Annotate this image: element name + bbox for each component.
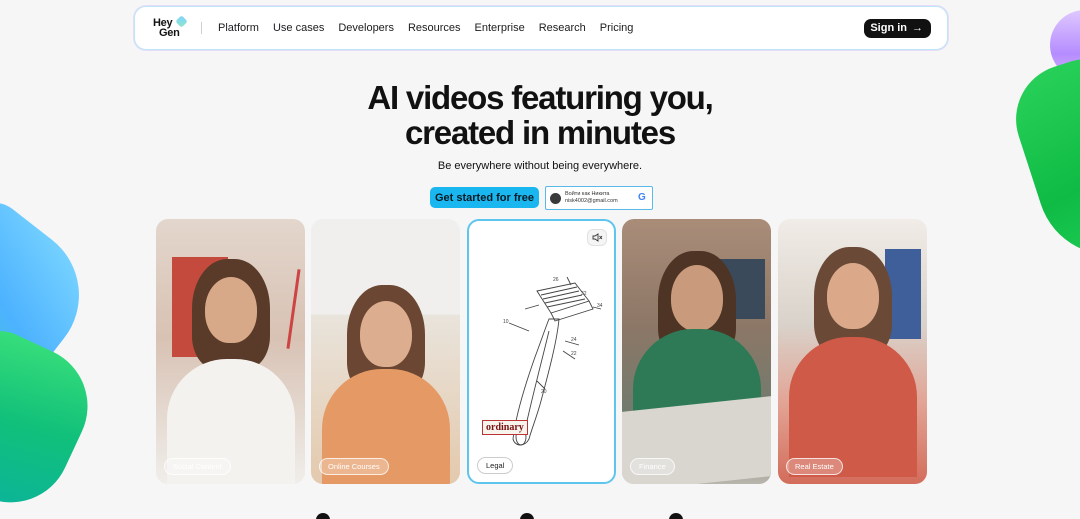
bottom-section-peek (0, 513, 1080, 519)
hero-subtitle: Be everywhere without being everywhere. (437, 160, 643, 172)
google-signin-email: nisk4002@gmail.com (565, 198, 618, 204)
video-card-online-courses[interactable]: Online Courses (311, 219, 460, 484)
svg-text:32: 32 (581, 291, 587, 297)
svg-text:26: 26 (553, 277, 559, 283)
svg-text:20: 20 (541, 389, 547, 395)
nav-link-developers[interactable]: Developers (338, 22, 394, 34)
heygen-logo[interactable]: Hey Gen (153, 14, 188, 42)
google-signin-prompt[interactable]: Войти как Никита nisk4002@gmail.com G (545, 186, 653, 210)
google-icon: G (638, 192, 646, 203)
nav-link-resources[interactable]: Resources (408, 22, 461, 34)
card-label-online-courses: Online Courses (319, 458, 389, 475)
video-card-real-estate[interactable]: Real Estate (778, 219, 927, 484)
nav-divider (201, 22, 202, 34)
sign-in-label: Sign in (870, 22, 907, 34)
google-signin-name: Войти как Никита (565, 191, 610, 197)
card-label-legal: Legal (477, 457, 514, 474)
speaker-muted-icon[interactable] (587, 229, 607, 246)
nav-links: Platform Use cases Developers Resources … (218, 22, 633, 34)
svg-text:34: 34 (597, 303, 603, 309)
svg-text:24: 24 (571, 337, 577, 343)
video-card-social-content[interactable]: Social Content (156, 219, 305, 484)
overlay-word: ordinary (482, 420, 528, 435)
get-started-button[interactable]: Get started for free (430, 187, 539, 208)
nav-link-research[interactable]: Research (539, 22, 586, 34)
logo-line2: Gen (159, 27, 180, 39)
hero-title: AI videos featuring you, created in minu… (0, 80, 1080, 150)
sign-in-button[interactable]: Sign in → (864, 18, 931, 38)
card-label-social-content: Social Content (164, 458, 231, 475)
section-icon (520, 513, 534, 519)
card-label-finance: Finance (630, 458, 675, 475)
video-card-legal[interactable]: 10 26 32 34 24 22 20 ordinary Legal (467, 219, 616, 484)
hero-title-line2: created in minutes (405, 114, 676, 151)
svg-text:10: 10 (503, 319, 509, 325)
top-navigation: Hey Gen Platform Use cases Developers Re… (134, 6, 948, 50)
section-icon (669, 513, 683, 519)
presenter-body (788, 337, 917, 477)
nav-link-use-cases[interactable]: Use cases (273, 22, 324, 34)
video-card-finance[interactable]: Finance (622, 219, 771, 484)
presenter-face (204, 277, 257, 343)
nav-link-platform[interactable]: Platform (218, 22, 259, 34)
mic-stand (286, 269, 301, 349)
nav-link-pricing[interactable]: Pricing (600, 22, 634, 34)
presenter-face (826, 263, 879, 329)
card-label-real-estate: Real Estate (786, 458, 843, 475)
svg-text:22: 22 (571, 351, 577, 357)
nav-link-enterprise[interactable]: Enterprise (475, 22, 525, 34)
presenter-face (670, 265, 723, 331)
hero-title-line1: AI videos featuring you, (367, 79, 713, 116)
account-avatar (550, 192, 561, 204)
arrow-right-icon: → (912, 21, 923, 34)
section-icon (316, 513, 330, 519)
presenter-face (359, 301, 412, 367)
